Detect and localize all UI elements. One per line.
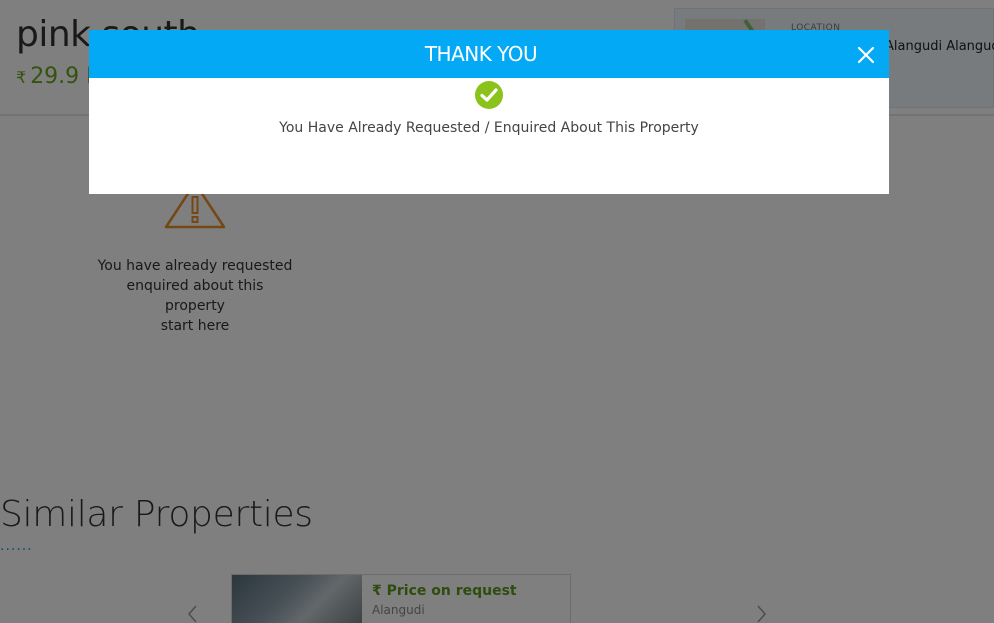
check-circle-icon — [475, 81, 503, 109]
modal-header: THANK YOU — [89, 30, 889, 78]
modal-message: You Have Already Requested / Enquired Ab… — [279, 120, 699, 136]
close-icon — [857, 46, 875, 64]
close-button[interactable] — [853, 42, 879, 68]
modal-title: THANK YOU — [424, 42, 538, 66]
thank-you-modal: THANK YOU You Have Already Requested / E… — [89, 30, 889, 194]
